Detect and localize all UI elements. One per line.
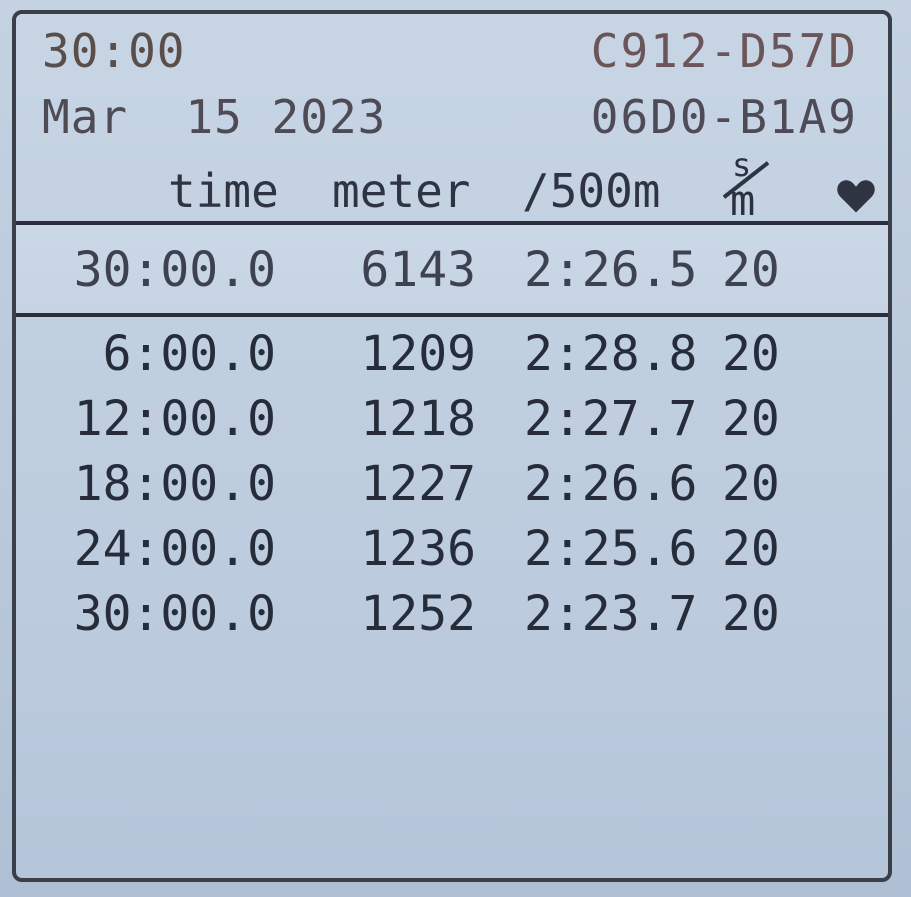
interval-meter: 1209 — [360, 326, 476, 382]
elapsed-time: 30:00 — [42, 24, 186, 78]
interval-meter: 1227 — [360, 456, 476, 512]
interval-rate: 20 — [722, 326, 780, 382]
summary-time: 30:00.0 — [73, 242, 276, 298]
interval-row: 12:00.0 1218 2:27.7 20 — [16, 391, 888, 451]
interval-time: 30:00.0 — [73, 586, 276, 642]
interval-time: 18:00.0 — [73, 456, 276, 512]
column-header-meter: meter — [332, 164, 471, 218]
summary-row: 30:00.0 6143 2:26.5 20 — [16, 242, 888, 302]
interval-time: 24:00.0 — [73, 521, 276, 577]
interval-time: 6:00.0 — [102, 326, 276, 382]
workout-date: Mar 15 2023 — [42, 90, 387, 144]
interval-rate: 20 — [722, 456, 780, 512]
workout-id-line2: 06D0-B1A9 — [590, 90, 858, 144]
interval-row: 24:00.0 1236 2:25.6 20 — [16, 521, 888, 581]
interval-split: 2:26.6 — [524, 456, 698, 512]
summary-meter: 6143 — [360, 242, 476, 298]
column-header-stroke-rate: s m — [716, 146, 774, 225]
column-header-time: time — [168, 164, 279, 218]
interval-split: 2:25.6 — [524, 521, 698, 577]
interval-rate: 20 — [722, 586, 780, 642]
monitor-screen: 30:00 Mar 15 2023 C912-D57D 06D0-B1A9 ti… — [0, 0, 911, 897]
interval-split: 2:28.8 — [524, 326, 698, 382]
interval-meter: 1218 — [360, 391, 476, 447]
lcd-frame: 30:00 Mar 15 2023 C912-D57D 06D0-B1A9 ti… — [12, 10, 892, 882]
summary-rate: 20 — [722, 242, 780, 298]
interval-rate: 20 — [722, 391, 780, 447]
workout-id-line1: C912-D57D — [590, 24, 858, 78]
summary-split: 2:26.5 — [524, 242, 698, 298]
interval-meter: 1236 — [360, 521, 476, 577]
summary-divider — [16, 313, 888, 317]
stroke-rate-m: m — [730, 176, 756, 225]
interval-time: 12:00.0 — [73, 391, 276, 447]
interval-split: 2:27.7 — [524, 391, 698, 447]
interval-row: 6:00.0 1209 2:28.8 20 — [16, 326, 888, 386]
interval-split: 2:23.7 — [524, 586, 698, 642]
interval-row: 30:00.0 1252 2:23.7 20 — [16, 586, 888, 646]
heart-icon — [837, 180, 875, 213]
interval-meter: 1252 — [360, 586, 476, 642]
column-header-split: /500m — [522, 164, 661, 218]
interval-rate: 20 — [722, 521, 780, 577]
interval-row: 18:00.0 1227 2:26.6 20 — [16, 456, 888, 516]
